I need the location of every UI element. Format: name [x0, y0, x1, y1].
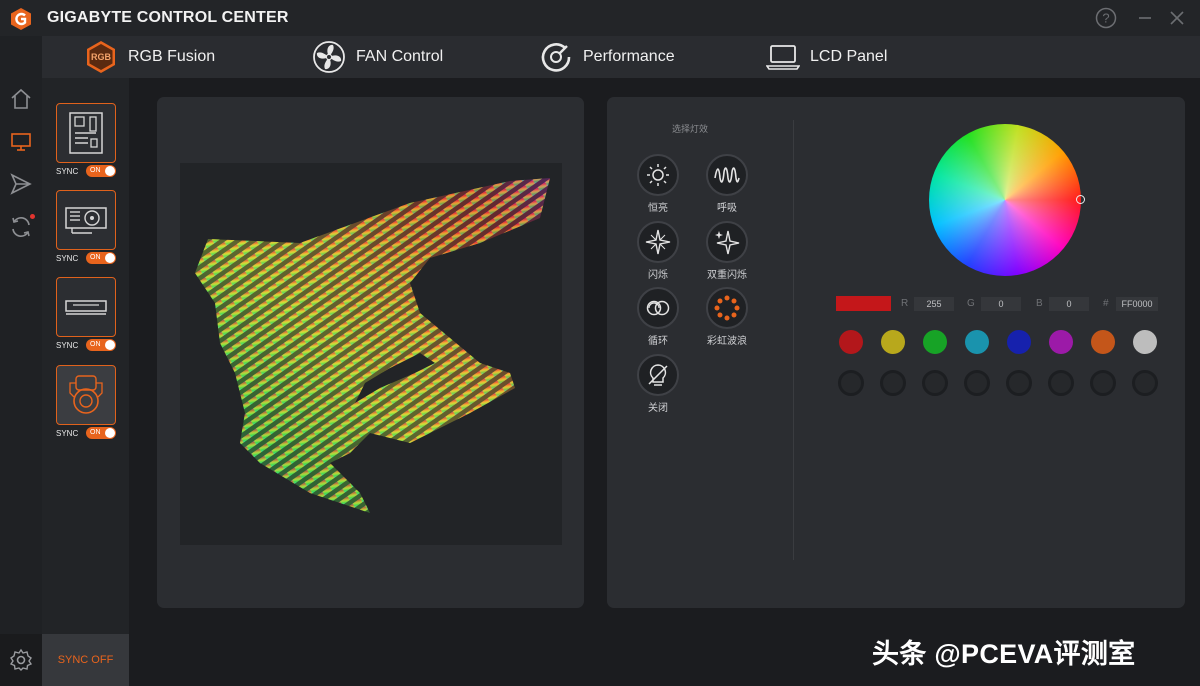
- bulb-off-icon: [637, 354, 679, 396]
- hex-label: #: [1103, 298, 1109, 309]
- nav-performance[interactable]: Performance: [539, 36, 675, 78]
- app-window: GIGABYTE CONTROL CENTER ? RGB RGB Fusion: [0, 0, 1200, 686]
- color-preset-swatch[interactable]: [1091, 330, 1115, 354]
- home-icon[interactable]: [8, 86, 34, 112]
- empty-preset-slot[interactable]: [1006, 370, 1032, 396]
- empty-preset-slot[interactable]: [880, 370, 906, 396]
- sync-toggle[interactable]: ON: [86, 165, 116, 177]
- color-preset-swatch[interactable]: [1007, 330, 1031, 354]
- effect-off[interactable]: 关闭: [628, 354, 688, 414]
- svg-text:RGB: RGB: [91, 52, 112, 62]
- r-label: R: [901, 298, 909, 309]
- color-preset-swatch[interactable]: [839, 330, 863, 354]
- sync-row: SYNC ON: [56, 426, 116, 440]
- rainbow-wave-icon: [706, 287, 748, 329]
- sync-toggle[interactable]: ON: [86, 427, 116, 439]
- left-icon-rail: [0, 36, 42, 686]
- help-icon[interactable]: ?: [1093, 6, 1119, 30]
- nav-label: LCD Panel: [810, 48, 888, 65]
- current-color-swatch: [836, 296, 891, 311]
- aorus-logo-preview: [180, 163, 562, 545]
- nav-fan-control[interactable]: FAN Control: [312, 36, 443, 78]
- sync-label: SYNC: [56, 253, 79, 263]
- empty-preset-slot[interactable]: [838, 370, 864, 396]
- app-title: GIGABYTE CONTROL CENTER: [47, 9, 289, 26]
- sync-toggle[interactable]: ON: [86, 252, 116, 264]
- gigabyte-logo-icon: [10, 8, 32, 30]
- fan-icon: [312, 40, 346, 74]
- color-preset-swatch[interactable]: [1049, 330, 1073, 354]
- sync-row: SYNC ON: [56, 164, 116, 178]
- effect-cycle[interactable]: 循环: [628, 287, 688, 347]
- nav-lcd-panel[interactable]: LCD Panel: [766, 36, 887, 78]
- aorus-eagle-logo-image: [195, 178, 550, 513]
- sun-icon: [637, 154, 679, 196]
- effect-static[interactable]: 恒亮: [628, 154, 688, 214]
- watermark-text: 头条 @PCEVA评测室: [872, 639, 1136, 669]
- cycle-icon: [637, 287, 679, 329]
- effect-double-flash[interactable]: 双重闪烁: [697, 221, 757, 281]
- empty-preset-slot[interactable]: [1090, 370, 1116, 396]
- color-wheel[interactable]: [929, 124, 1081, 276]
- color-preset-swatch[interactable]: [965, 330, 989, 354]
- hex-value-input[interactable]: FF0000: [1116, 297, 1158, 311]
- device-cooler[interactable]: [56, 365, 116, 425]
- sync-row: SYNC ON: [56, 251, 116, 265]
- r-value-input[interactable]: 255: [914, 297, 954, 311]
- empty-preset-slot[interactable]: [964, 370, 990, 396]
- close-icon[interactable]: [1164, 6, 1190, 30]
- b-value-input[interactable]: 0: [1049, 297, 1089, 311]
- nav-label: Performance: [583, 48, 675, 65]
- nav-label: RGB Fusion: [128, 48, 216, 65]
- g-value-input[interactable]: 0: [981, 297, 1021, 311]
- color-wheel-handle[interactable]: [1076, 195, 1085, 204]
- motherboard-icon: [69, 112, 103, 154]
- empty-preset-slot[interactable]: [1048, 370, 1074, 396]
- nav-label: FAN Control: [356, 48, 444, 65]
- gauge-icon: [539, 40, 573, 74]
- flash-star-icon: [637, 221, 679, 263]
- send-icon[interactable]: [8, 171, 34, 197]
- title-bar: GIGABYTE CONTROL CENTER ?: [0, 0, 1200, 36]
- device-motherboard[interactable]: [56, 103, 116, 163]
- refresh-icon[interactable]: [8, 214, 35, 240]
- empty-preset-slot[interactable]: [1132, 370, 1158, 396]
- graphics-card-icon: [65, 207, 107, 234]
- device-graphics-card[interactable]: [56, 190, 116, 250]
- device-list: SYNC ON SYNC ON SYNC ON SYNC ON: [42, 78, 129, 634]
- panel-divider: [793, 120, 794, 560]
- minimize-icon[interactable]: [1132, 6, 1158, 30]
- svg-text:?: ?: [1102, 11, 1109, 26]
- notification-dot: [30, 214, 35, 219]
- settings-icon[interactable]: [0, 634, 42, 686]
- sync-row: SYNC ON: [56, 338, 116, 352]
- color-preset-swatch[interactable]: [923, 330, 947, 354]
- g-label: G: [967, 298, 975, 309]
- sync-off-button[interactable]: SYNC OFF: [42, 634, 129, 686]
- wave-icon: [706, 154, 748, 196]
- b-label: B: [1036, 298, 1043, 309]
- sync-label: SYNC: [56, 340, 79, 350]
- effect-rainbow-wave[interactable]: 彩虹波浪: [697, 287, 757, 347]
- empty-preset-slot[interactable]: [922, 370, 948, 396]
- effect-flash[interactable]: 闪烁: [628, 221, 688, 281]
- cooler-icon: [69, 375, 103, 414]
- effects-title: 选择灯效: [672, 124, 709, 134]
- sync-toggle[interactable]: ON: [86, 339, 116, 351]
- color-preset-swatch[interactable]: [881, 330, 905, 354]
- color-preset-swatch[interactable]: [1133, 330, 1157, 354]
- monitor-icon[interactable]: [8, 129, 34, 155]
- double-flash-icon: [706, 221, 748, 263]
- sync-label: SYNC: [56, 428, 79, 438]
- nav-rgb-fusion[interactable]: RGB RGB Fusion: [84, 36, 215, 78]
- laptop-icon: [766, 40, 800, 74]
- effect-breathing[interactable]: 呼吸: [697, 154, 757, 214]
- rgb-logo-icon: RGB: [84, 40, 118, 74]
- top-navigation: RGB RGB Fusion FAN Control Performance L…: [42, 36, 1200, 78]
- device-memory[interactable]: [56, 277, 116, 337]
- sync-label: SYNC: [56, 166, 79, 176]
- memory-icon: [65, 300, 107, 315]
